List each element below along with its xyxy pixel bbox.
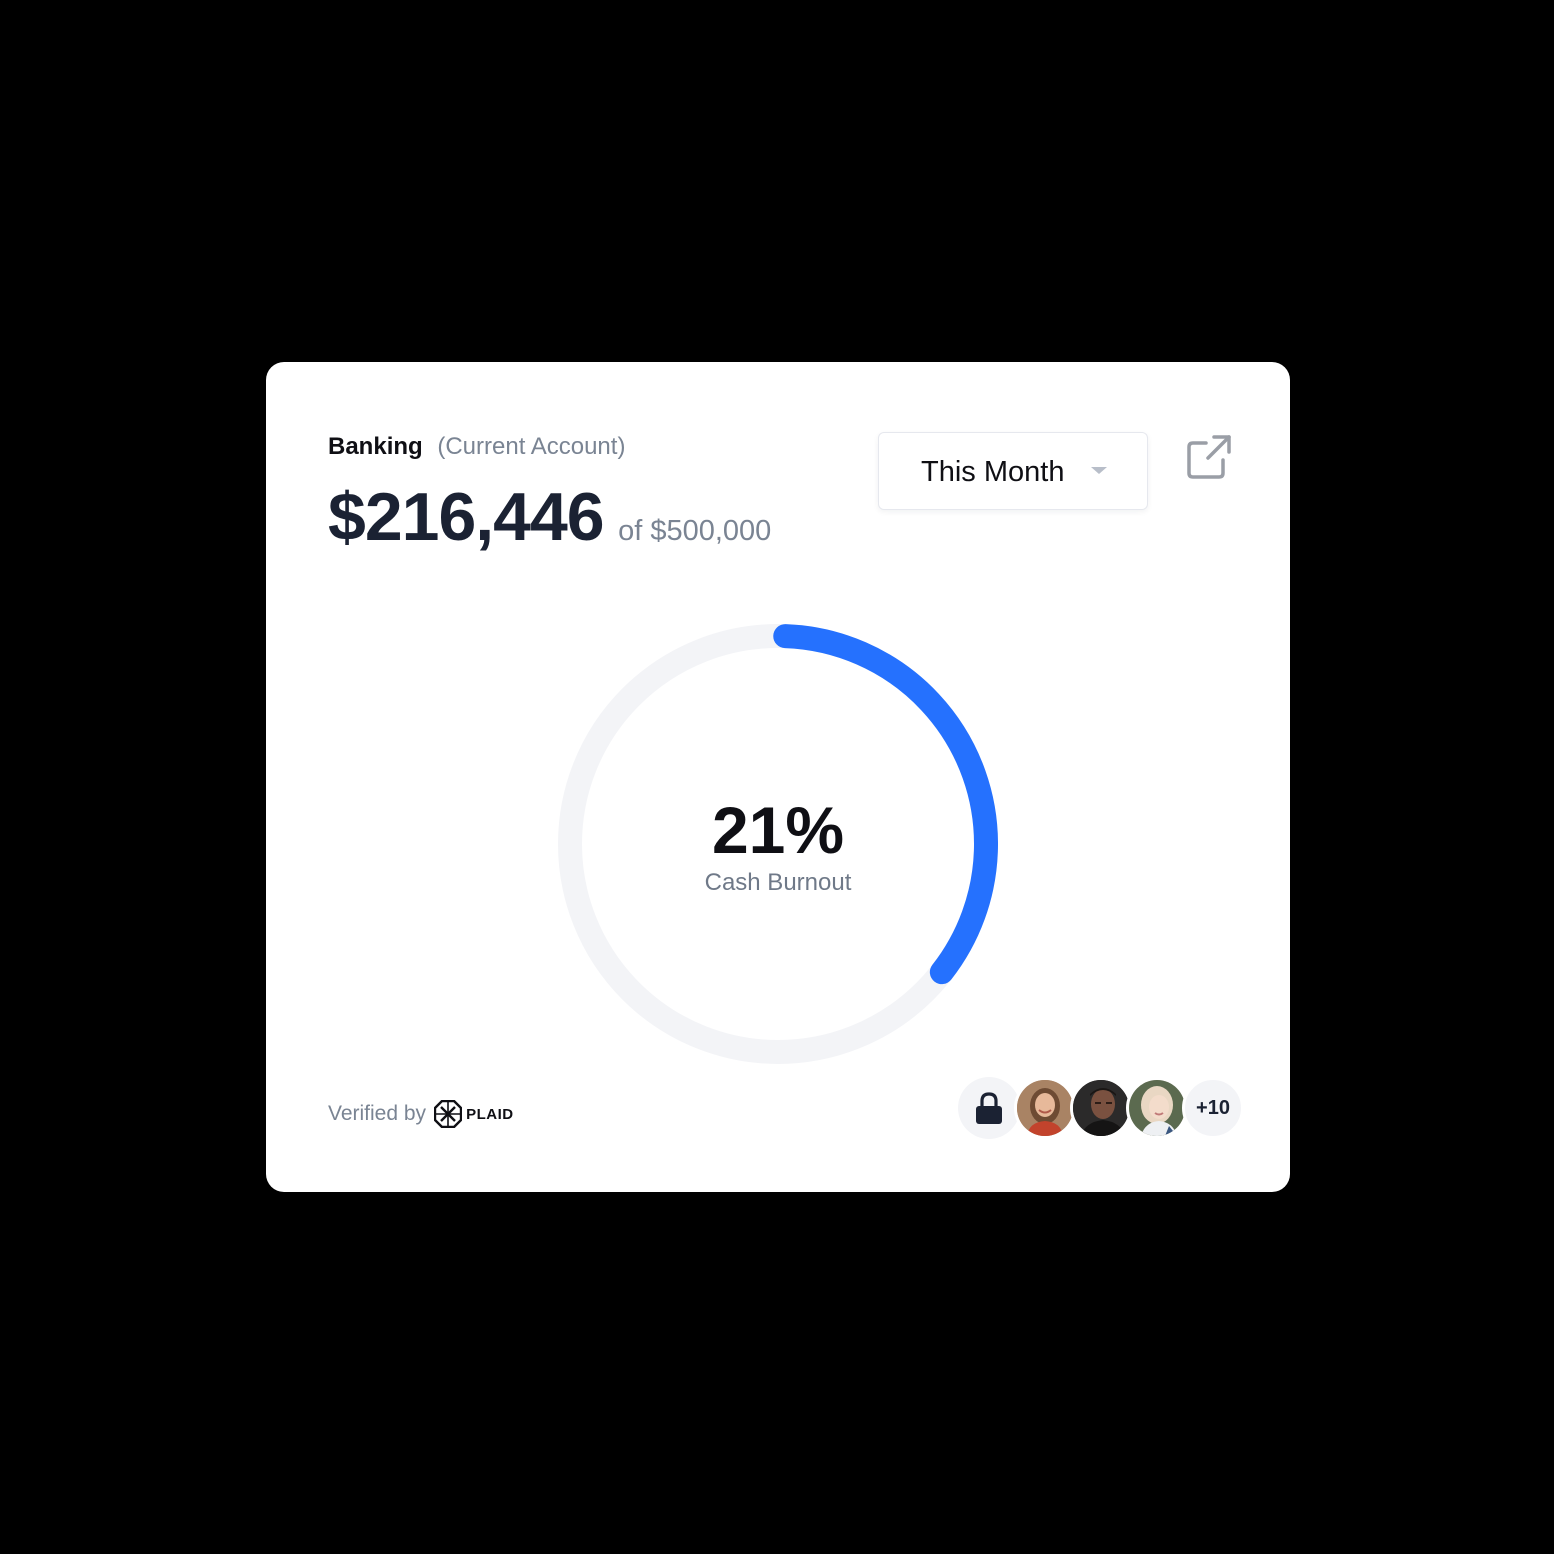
period-dropdown[interactable]: This Month: [878, 432, 1148, 510]
shared-with-group: +10: [958, 1077, 1248, 1141]
balance-row: $216,446 of $500,000: [328, 478, 771, 556]
balance-amount: $216,446: [328, 479, 605, 555]
avatar[interactable]: [1126, 1077, 1188, 1139]
lock-icon: [976, 1092, 1002, 1124]
verified-text: Verified by: [328, 1102, 427, 1125]
more-members-count[interactable]: +10: [1182, 1077, 1244, 1139]
gauge-label: Cash Burnout: [704, 869, 852, 896]
plaid-logo-icon: [434, 1100, 463, 1128]
external-link-icon[interactable]: [1186, 434, 1232, 480]
balance-total: of $500,000: [618, 515, 772, 547]
banking-card: Banking (Current Account) $216,446 of $5…: [266, 362, 1290, 1192]
avatar[interactable]: [1014, 1077, 1076, 1139]
plaid-logo-text: PLAID: [466, 1105, 514, 1123]
verified-by: Verified by PLAID: [328, 1098, 514, 1130]
card-subtitle: (Current Account): [437, 433, 626, 460]
avatar[interactable]: [1070, 1077, 1132, 1139]
card-header: Banking (Current Account): [328, 432, 625, 462]
gauge-percentage: 21%: [711, 793, 845, 867]
lock-button[interactable]: [958, 1077, 1020, 1139]
period-dropdown-value: This Month: [921, 456, 1065, 488]
chevron-down-icon: [1091, 467, 1107, 474]
card-title: Banking: [328, 433, 423, 460]
